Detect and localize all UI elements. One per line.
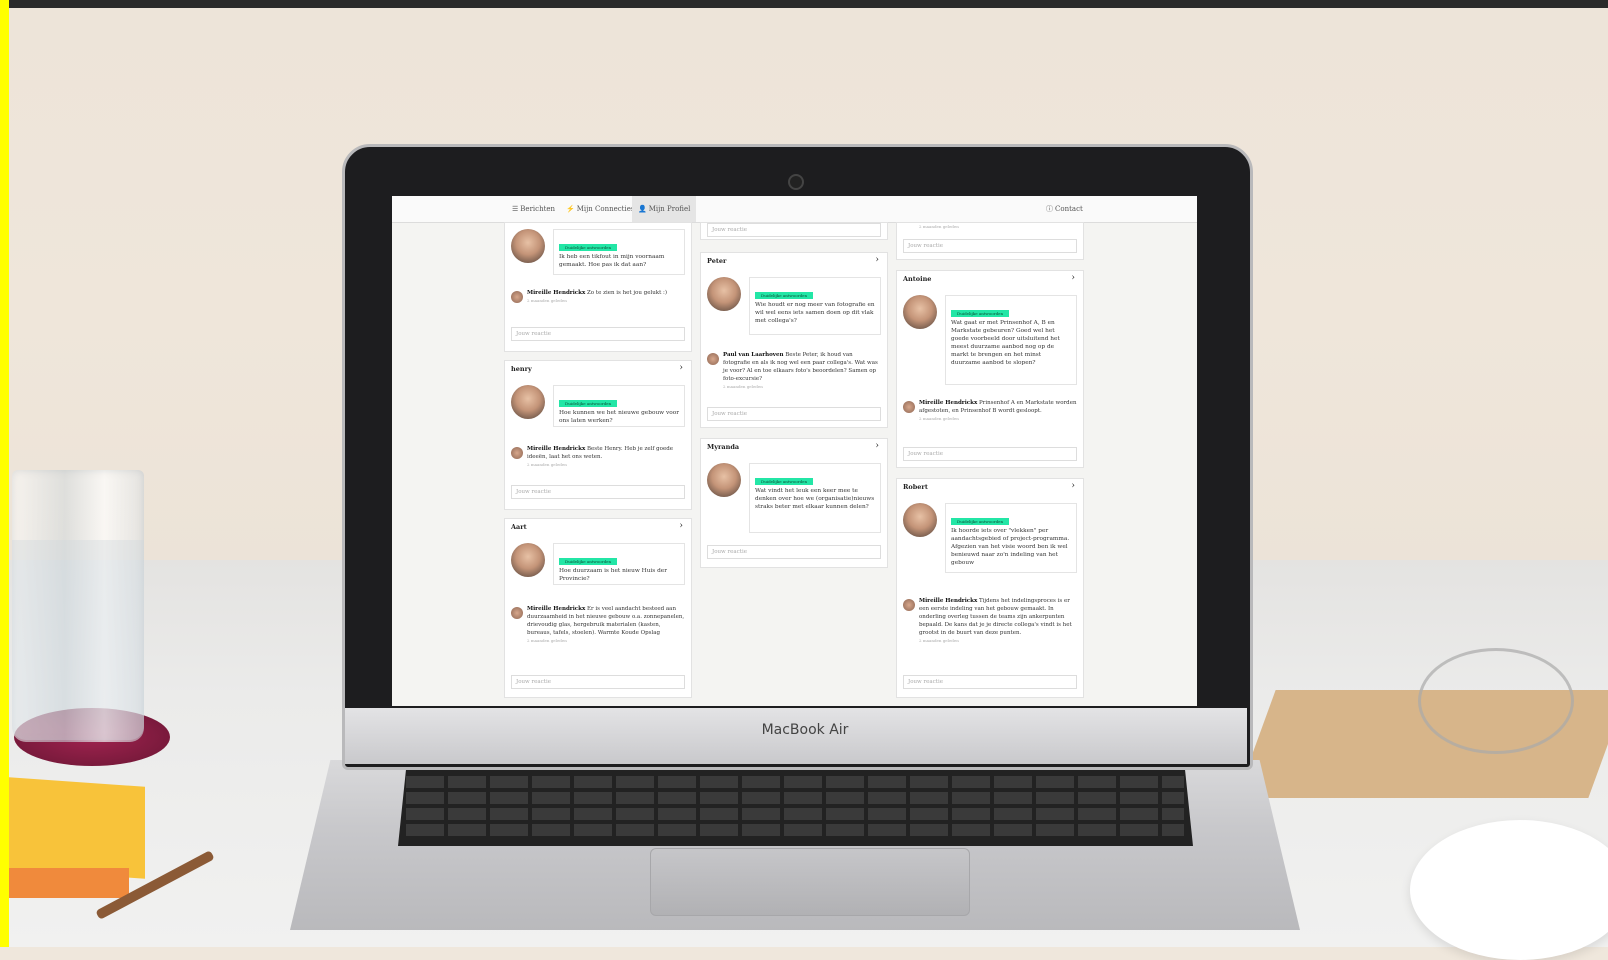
glass-water: [12, 540, 144, 740]
avatar: [511, 385, 545, 419]
question-text: Ik hoorde iets over "vlekken" per aandac…: [951, 528, 1070, 566]
question-text: Wat vindt het leuk een keer mee te denke…: [755, 488, 875, 510]
keyboard-row: [406, 792, 1184, 804]
question-card: Aart › Duidelijke antwoorden Hoe duurzaa…: [504, 518, 692, 698]
chevron-right-icon[interactable]: ›: [875, 441, 879, 451]
reply: Mireille Hendrickx Er is veel aandacht b…: [527, 606, 685, 643]
avatar: [707, 277, 741, 311]
chevron-right-icon[interactable]: ›: [1071, 273, 1075, 283]
reply-input[interactable]: Jouw reactie: [903, 675, 1077, 689]
reply-input[interactable]: Jouw reactie: [511, 485, 685, 499]
top-edge-strip: [0, 0, 1608, 8]
card-author: Aart: [511, 523, 527, 531]
question-card: henry › Duidelijke antwoorden Hoe kunnen…: [504, 360, 692, 510]
camera-icon: [788, 174, 804, 190]
question-card: Robert › Duidelijke antwoorden Ik hoorde…: [896, 478, 1084, 698]
reply-input[interactable]: Jouw reactie: [903, 447, 1077, 461]
chevron-right-icon[interactable]: ›: [875, 255, 879, 265]
card-author: Myranda: [707, 443, 740, 451]
question-text: Wie houdt er nog meer van fotografie en …: [755, 302, 875, 324]
keyboard-row: [406, 808, 1184, 820]
status-tag: Duidelijke antwoorden: [559, 558, 618, 565]
question-card: Myranda › Duidelijke antwoorden Wat vind…: [700, 438, 888, 568]
question-bubble: Duidelijke antwoorden Wat gaat er met Pr…: [945, 295, 1077, 385]
orange-notebook: [9, 868, 129, 898]
user-icon: 👤: [638, 205, 647, 213]
keyboard-row: [406, 824, 1184, 836]
question-card: Duidelijke antwoorden Ik heb een tikfout…: [504, 222, 692, 352]
avatar: [903, 599, 915, 611]
status-tag: Duidelijke antwoorden: [951, 310, 1010, 317]
nav-contact[interactable]: ⓘ Contact: [1040, 196, 1089, 222]
chevron-right-icon[interactable]: ›: [679, 521, 683, 531]
reply-input[interactable]: Jouw reactie: [707, 407, 881, 421]
avatar: [511, 607, 523, 619]
list-icon: ☰: [512, 205, 519, 213]
chevron-right-icon[interactable]: ›: [1071, 481, 1075, 491]
status-tag: Duidelijke antwoorden: [559, 400, 618, 407]
reply: Mireille Hendrickx Beste Henry. Heb je z…: [527, 446, 673, 467]
card-author: Peter: [707, 257, 727, 265]
reply-input[interactable]: Jouw reactie: [707, 223, 881, 237]
laptop-screen: ☰ Berichten ⚡ Mijn Connecties 👤 Mijn Profie…: [392, 196, 1197, 706]
status-tag: Duidelijke antwoorden: [755, 478, 814, 485]
eyeglasses: [1418, 648, 1574, 754]
question-card: Peter › Duidelijke antwoorden Wie houdt …: [700, 252, 888, 428]
avatar: [903, 401, 915, 413]
avatar: [511, 447, 523, 459]
question-text: Wat gaat er met Prinsenhof A, B en Marks…: [951, 320, 1060, 366]
avatar: [511, 229, 545, 263]
card-author: henry: [511, 365, 532, 373]
question-card: Antoine › Duidelijke antwoorden Wat gaat…: [896, 270, 1084, 468]
question-card: 2 maanden geleden Jouw reactie: [896, 222, 1084, 260]
laptop-brand: MacBook Air: [761, 722, 849, 738]
question-text: Ik heb een tikfout in mijn voornaam gema…: [559, 254, 665, 268]
trackpad: [650, 848, 970, 916]
nav-berichten[interactable]: ☰ Berichten: [506, 196, 561, 222]
reply-input[interactable]: Jouw reactie: [903, 239, 1077, 253]
avatar: [707, 353, 719, 365]
card-author: Robert: [903, 483, 928, 491]
reply: Paul van Laarhoven Beste Peter, ik houd …: [723, 352, 878, 389]
info-icon: ⓘ: [1046, 205, 1053, 213]
question-bubble: Duidelijke antwoorden Wie houdt er nog m…: [749, 277, 881, 335]
reply-input[interactable]: Jouw reactie: [707, 545, 881, 559]
reply-input[interactable]: Jouw reactie: [511, 327, 685, 341]
left-edge-strip: [0, 0, 9, 947]
status-tag: Duidelijke antwoorden: [951, 518, 1010, 525]
reply: Mireille Hendrickx Tijdens het indelings…: [919, 598, 1072, 643]
nav-profiel[interactable]: 👤 Mijn Profiel: [632, 196, 697, 222]
question-bubble: Duidelijke antwoorden Ik hoorde iets ove…: [945, 503, 1077, 573]
question-bubble: Duidelijke antwoorden Wat vindt het leuk…: [749, 463, 881, 533]
yellow-notebook: [9, 777, 145, 879]
nav-connecties[interactable]: ⚡ Mijn Connecties: [560, 196, 640, 222]
bolt-icon: ⚡: [566, 205, 575, 213]
question-bubble: Duidelijke antwoorden Hoe duurzaam is he…: [553, 543, 685, 585]
avatar: [903, 295, 937, 329]
status-tag: Duidelijke antwoorden: [559, 244, 618, 251]
question-bubble: Duidelijke antwoorden Hoe kunnen we het …: [553, 385, 685, 427]
top-navigation: ☰ Berichten ⚡ Mijn Connecties 👤 Mijn Profie…: [392, 196, 1197, 223]
chevron-right-icon[interactable]: ›: [679, 363, 683, 373]
question-text: Hoe kunnen we het nieuwe gebouw voor ons…: [559, 410, 680, 424]
status-tag: Duidelijke antwoorden: [755, 292, 814, 299]
card-author: Antoine: [903, 275, 932, 283]
avatar: [511, 543, 545, 577]
question-bubble: Duidelijke antwoorden Ik heb een tikfout…: [553, 229, 685, 275]
question-text: Hoe duurzaam is het nieuw Huis der Provi…: [559, 568, 668, 582]
reply: Mireille Hendrickx Zo te zien is het jou…: [527, 290, 668, 303]
avatar: [903, 503, 937, 537]
avatar: [511, 291, 523, 303]
reply: Mireille Hendrickx Prinsenhof A en Marks…: [919, 400, 1077, 421]
reply-input[interactable]: Jouw reactie: [511, 675, 685, 689]
avatar: [707, 463, 741, 497]
question-card: Jouw reactie: [700, 222, 888, 240]
keyboard-row: [406, 776, 1184, 788]
